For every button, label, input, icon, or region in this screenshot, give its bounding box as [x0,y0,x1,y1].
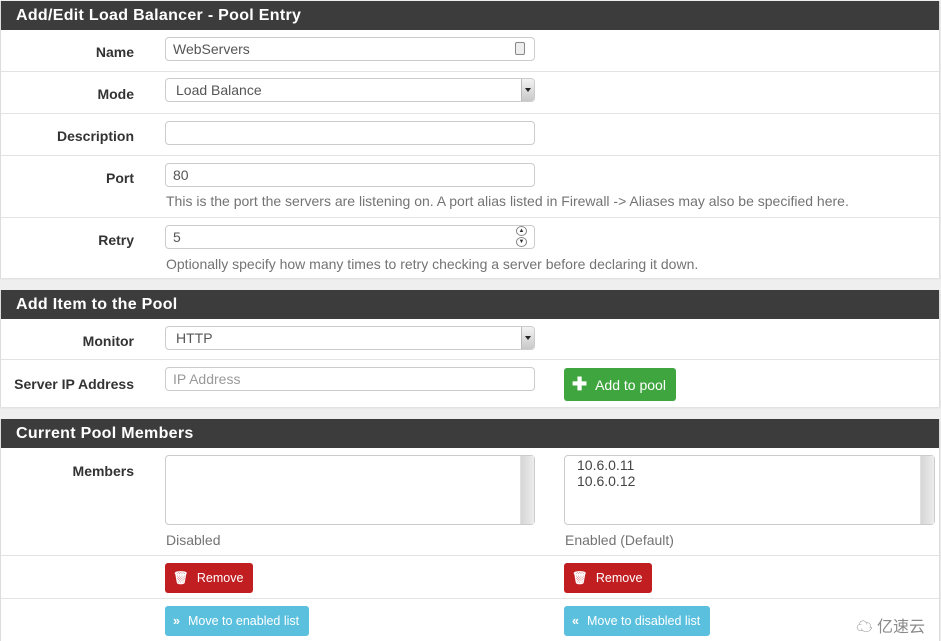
name-row: Name WebServers [1,30,939,72]
chevron-down-icon [521,327,534,349]
remove-label: Remove [196,571,244,585]
enabled-list[interactable]: 10.6.0.11 10.6.0.12 [564,455,935,525]
double-chevron-left-icon: « [572,614,579,628]
description-row: Description [1,114,939,156]
double-chevron-right-icon: » [173,614,180,628]
move-disabled-label: Move to disabled list [586,614,701,628]
mode-row: Mode Load Balance [1,72,939,114]
scrollbar[interactable] [520,456,534,524]
name-value: WebServers [173,41,250,57]
retry-row: Retry 5 ▲ ▼ Optionally specify how many … [1,218,939,280]
monitor-row: Monitor HTTP [1,319,939,360]
description-input[interactable] [165,121,535,145]
server-ip-label: Server IP Address [14,376,134,392]
move-to-enabled-button[interactable]: » Move to enabled list [165,606,310,636]
plus-icon: ✚ [572,374,588,394]
panel-heading: Add/Edit Load Balancer - Pool Entry [1,1,939,30]
remove-disabled-button[interactable]: 🗑 Remove [165,563,254,593]
move-row: » Move to enabled list « Move to disabled … [1,599,939,641]
trash-icon: 🗑 [572,571,588,585]
chevron-down-icon [521,79,534,101]
enabled-caption: Enabled (Default) [565,532,674,548]
retry-label: Retry [98,232,134,248]
add-to-pool-button[interactable]: ✚ Add to pool [564,368,676,401]
server-ip-placeholder: IP Address [173,371,241,387]
members-row: Members Disabled 10.6.0.11 10.6.0.12 Ena… [1,448,939,556]
panel-heading: Current Pool Members [1,419,939,448]
monitor-select[interactable]: HTTP [165,326,535,350]
add-to-pool-label: Add to pool [595,377,666,393]
pool-members-panel: Current Pool Members Members Disabled 10… [0,419,940,641]
port-value: 80 [173,167,189,183]
watermark-text: 亿速云 [876,619,925,636]
disabled-list[interactable] [165,455,535,525]
list-item[interactable]: 10.6.0.11 [577,457,922,473]
server-ip-row: Server IP Address IP Address ✚ Add to poo… [1,360,939,407]
retry-value: 5 [173,229,181,245]
remove-row: 🗑 Remove 🗑 Remove [1,556,939,599]
panel-heading: Add Item to the Pool [1,290,939,319]
port-label: Port [106,170,134,186]
spinner-down-icon[interactable]: ▼ [516,237,527,247]
members-label: Members [72,463,134,479]
contact-card-icon[interactable] [515,42,525,55]
disabled-caption: Disabled [166,532,221,548]
remove-label: Remove [595,571,643,585]
retry-input[interactable]: 5 ▲ ▼ [165,225,535,249]
watermark: ☁ 亿速云 [857,613,925,637]
list-item[interactable]: 10.6.0.12 [577,473,922,489]
remove-enabled-button[interactable]: 🗑 Remove [564,563,653,593]
monitor-label: Monitor [82,333,134,349]
description-label: Description [56,128,134,144]
move-enabled-label: Move to enabled list [187,614,300,628]
add-item-panel: Add Item to the Pool Monitor HTTP Server… [0,290,940,407]
mode-select[interactable]: Load Balance [165,78,535,102]
port-input[interactable]: 80 [165,163,535,187]
port-help: This is the port the servers are listeni… [166,193,849,209]
port-row: Port 80 This is the port the servers are… [1,156,939,218]
pool-entry-panel: Add/Edit Load Balancer - Pool Entry Name… [0,1,940,278]
server-ip-input[interactable]: IP Address [165,367,535,391]
scrollbar[interactable] [920,456,934,524]
retry-help: Optionally specify how many times to ret… [166,256,699,272]
cloud-logo-icon: ☁ [856,619,873,636]
trash-icon: 🗑 [173,571,189,585]
move-to-disabled-button[interactable]: « Move to disabled list [564,606,711,636]
name-input[interactable]: WebServers [165,37,535,61]
monitor-selected: HTTP [176,330,213,346]
spinner-up-icon[interactable]: ▲ [516,226,527,236]
mode-label: Mode [97,86,134,102]
mode-selected: Load Balance [176,82,262,98]
name-label: Name [95,44,134,60]
